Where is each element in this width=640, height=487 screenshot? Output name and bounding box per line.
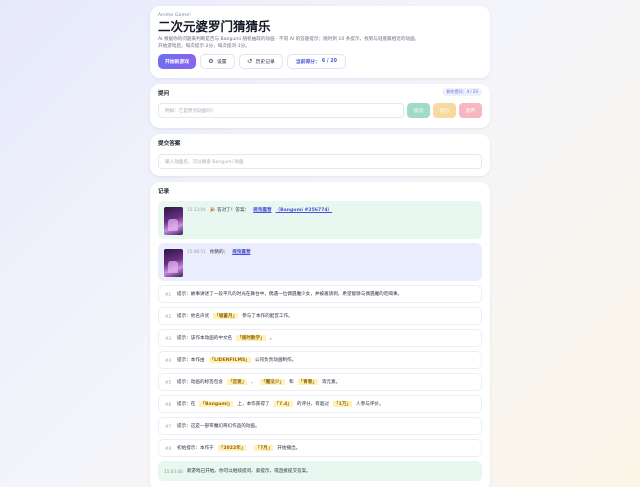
app-container: Anime Game! 二次元婆罗门猜猜乐 AI 根据你的问题来判断是否与 Ba… [150, 6, 490, 487]
hint-text: 。 [269, 336, 275, 341]
score-value: 6 / 20 [321, 59, 337, 64]
anime-link[interactable]: 摇曳露营 [253, 207, 271, 213]
page-title: 二次元婆罗门猜猜乐 [158, 19, 271, 34]
record-timestamp: 15:03:48 [164, 468, 183, 474]
start-game-button[interactable]: 开始新游戏 [158, 54, 196, 69]
hint-highlight: 「LIDENFILMS」 [208, 357, 251, 363]
hint-number: #8 [165, 445, 172, 451]
history-button[interactable]: ↺ 历史记录 [238, 54, 283, 69]
hint-number: #2 [165, 313, 172, 319]
history-icon: ↺ [247, 57, 253, 65]
record-timestamp: 15:13:04 [187, 207, 206, 212]
records-list: 15:13:04 🎉 答对了！答案： 摇曳露营 （Bangumi #256774… [158, 201, 482, 481]
toolbar: 开始新游戏 ⚙ 设置 ↺ 历史记录 当前得分： 6 / 20 [158, 54, 480, 69]
eyebrow-label: Anime Game! [158, 13, 192, 18]
hint-text: 、 [251, 380, 256, 385]
hint-text: 的评分，有超过 [296, 402, 330, 407]
hint-highlight: 「1万」 [333, 401, 353, 407]
hint-text: 人参与评价。 [356, 402, 384, 407]
record-game-start: 15:03:48 新游戏已开始。你可以继续提问、索提示，或直接提交答案。 [158, 461, 482, 481]
settings-label: 设置 [217, 60, 227, 65]
record-correct: 15:13:04 🎉 答对了！答案： 摇曳露营 （Bangumi #256774… [158, 201, 482, 239]
history-label: 历史记录 [255, 60, 275, 65]
hint-highlight: 「堀蒼月」 [213, 313, 239, 319]
ask-row: 例如：它是原创动画吗？ 提问 提示 放弃 [158, 103, 482, 118]
hint-text: 提示：在 [177, 402, 196, 407]
ask-button[interactable]: 提问 [407, 103, 430, 118]
remaining-badge: 剩余提问：4 / 20 [442, 88, 482, 96]
answer-card: 提交答案 输入动画名，可以搜索 Bangumi 动画 [150, 134, 490, 176]
hint-number: #5 [165, 379, 172, 385]
give-up-button[interactable]: 放弃 [459, 103, 482, 118]
hint-text: 和 [288, 380, 294, 385]
hint-text: 初始提示：本作于 [177, 446, 214, 451]
score-display: 当前得分： 6 / 20 [286, 54, 346, 69]
hint-text: 提示：这是一部带魔幻奇幻作品的动画。 [177, 424, 260, 429]
hint-row: #4 提示：本作由 「LIDENFILMS」 公司负责动画制作。 [158, 351, 482, 369]
hint-highlight: 「摇时散学」 [236, 335, 266, 341]
gear-icon: ⚙ [208, 57, 214, 65]
description-line-2: 开始游戏后，每次提示-2分，每次提问-1分。 [158, 43, 250, 49]
hint-text: 上，本作获得了 [237, 402, 270, 407]
hint-text: 提示：他名声优 [177, 314, 210, 319]
answer-input[interactable]: 输入动画名，可以搜索 Bangumi 动画 [158, 154, 482, 169]
hint-text: 提示：动画的标签包含 [177, 380, 223, 385]
record-timestamp: 15:08:51 [187, 249, 206, 254]
hint-highlight: 「7月」 [254, 445, 274, 451]
hint-row: #6 提示：在 「Bangumi」 上，本作获得了 「7.4」 的评分，有超过 … [158, 395, 482, 413]
hint-number: #1 [165, 291, 172, 297]
hint-number: #7 [165, 423, 172, 429]
hint-row: #2 提示：他名声优 「堀蒼月」 参与了本作的配音工作。 [158, 307, 482, 325]
record-text: 🎉 答对了！答案： [209, 208, 250, 213]
hint-text: 提示：本作由 [177, 358, 205, 363]
hint-text: 提示：故事讲述了一段平凡的时光在舞台中，偶遇一位偶遇魔少女，并被邀请到，希望能够… [177, 292, 403, 297]
ask-section-title: 提问 [158, 91, 170, 97]
hint-text: 等元素。 [321, 380, 341, 385]
answer-section-title: 提交答案 [158, 141, 181, 147]
record-text: 你猜的： [209, 250, 229, 255]
hint-highlight: 「2022年」 [217, 445, 247, 451]
page-description: AI 根据你的问题来判断是否与 Bangumi 随机抽取的动画 · 不同 AI … [158, 37, 480, 50]
anime-link[interactable]: 摇曳露营 [232, 249, 250, 255]
question-input[interactable]: 例如：它是原创动画吗？ [158, 103, 404, 118]
anime-cover-thumbnail [164, 249, 183, 277]
record-text: 新游戏已开始。你可以继续提问、索提示，或直接提交答案。 [186, 469, 311, 474]
hint-button[interactable]: 提示 [433, 103, 456, 118]
ask-card: 提问 剩余提问：4 / 20 例如：它是原创动画吗？ 提问 提示 放弃 [150, 84, 490, 128]
hint-text: 提示：该作本动画的中文名 [177, 336, 233, 341]
hint-highlight: 「7.4」 [273, 401, 293, 407]
hint-row: #3 提示：该作本动画的中文名 「摇时散学」 。 [158, 329, 482, 347]
hint-text: 参与了本作的配音工作。 [242, 314, 293, 319]
record-guess: 15:08:51 你猜的： 摇曳露营 [158, 243, 482, 281]
hint-highlight: 「魔法少」 [259, 379, 285, 385]
score-label: 当前得分： [295, 60, 320, 65]
bangumi-id-link[interactable]: （Bangumi #256774） [276, 207, 333, 213]
start-game-label: 开始新游戏 [165, 60, 189, 65]
hint-row: #1 提示：故事讲述了一段平凡的时光在舞台中，偶遇一位偶遇魔少女，并被邀请到，希… [158, 285, 482, 303]
hint-number: #3 [165, 335, 172, 341]
hint-row: #8 初始提示：本作于 「2022年」 「7月」 开始播出。 [158, 439, 482, 457]
hint-highlight: 「Bangumi」 [199, 401, 234, 407]
hint-text: 公司负责动画制作。 [254, 358, 297, 363]
records-section-title: 记录 [158, 189, 170, 195]
hint-row: #5 提示：动画的标签包含 「恋爱」 、 「魔法少」 和 「青春」 等元素。 [158, 373, 482, 391]
records-card: 记录 15:13:04 🎉 答对了！答案： 摇曳露营 （Bangumi #256… [150, 182, 490, 487]
anime-cover-thumbnail [164, 207, 183, 235]
hint-row: #7 提示：这是一部带魔幻奇幻作品的动画。 [158, 417, 482, 435]
hint-highlight: 「恋爱」 [226, 379, 248, 385]
hint-number: #4 [165, 357, 172, 363]
settings-button[interactable]: ⚙ 设置 [200, 54, 235, 69]
hint-number: #6 [165, 401, 172, 407]
header-card: Anime Game! 二次元婆罗门猜猜乐 AI 根据你的问题来判断是否与 Ba… [150, 6, 490, 78]
hint-text: 开始播出。 [277, 446, 301, 451]
hint-highlight: 「青春」 [297, 379, 318, 385]
